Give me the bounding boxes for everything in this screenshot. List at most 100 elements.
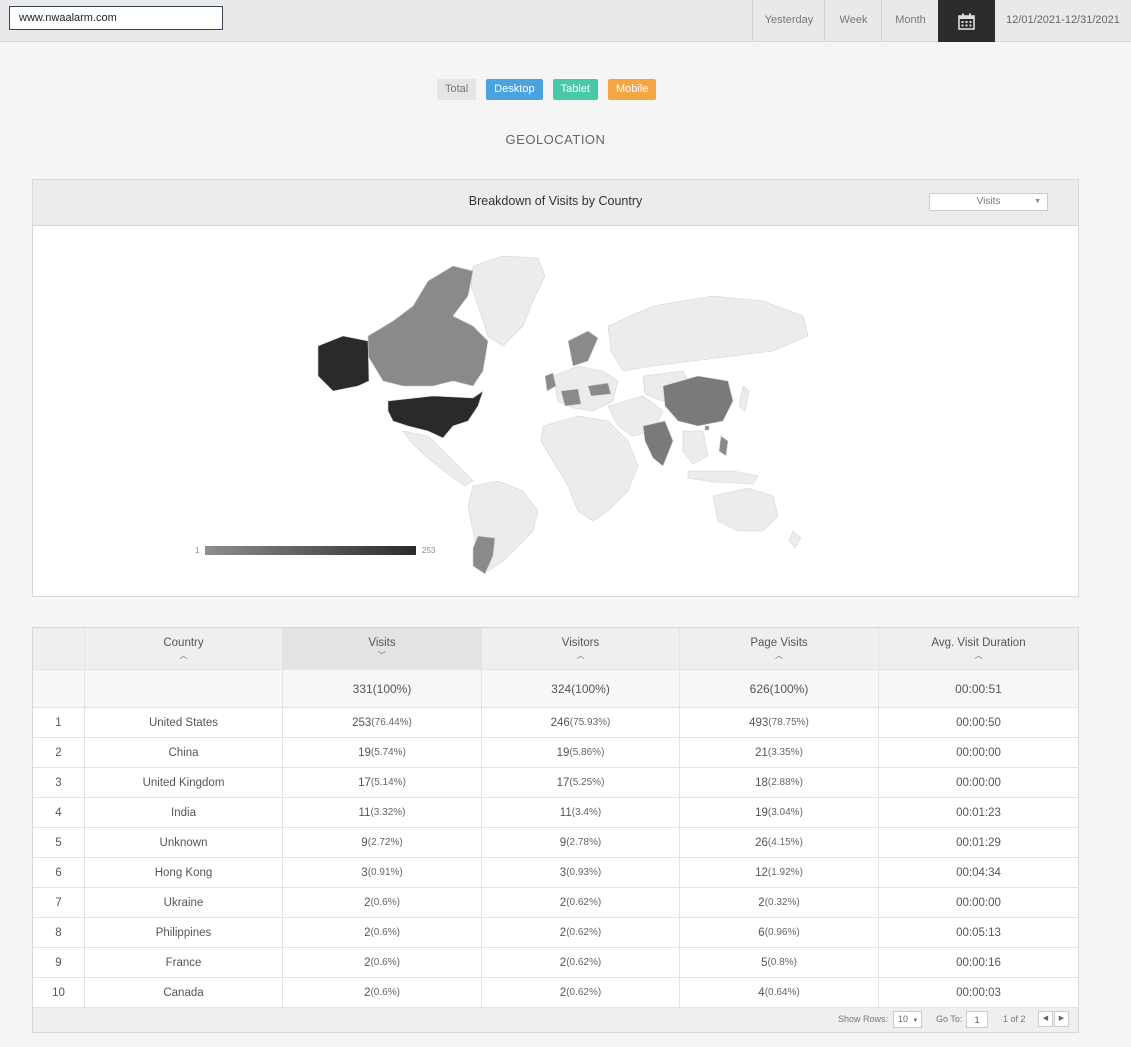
row-page-visits-pct: (3.04%) xyxy=(767,807,803,818)
row-country: United States xyxy=(85,708,283,737)
next-page-button[interactable]: ▶ xyxy=(1054,1011,1069,1027)
table-row[interactable]: 4 India 11 (3.32%) 11 (3.4%) 19 (3.04%) 00:01:23 xyxy=(33,798,1078,828)
chevron-down-icon: ▼ xyxy=(912,1018,919,1024)
month-button[interactable]: Month xyxy=(881,0,939,41)
row-visits: 19 (5.74%) xyxy=(283,738,482,767)
table-row[interactable]: 10 Canada 2 (0.6%) 2 (0.62%) 4 (0.64%) 00:00:03 xyxy=(33,978,1078,1008)
map-country-southeast-asia xyxy=(682,430,709,465)
filter-mobile[interactable]: Mobile xyxy=(607,79,657,100)
row-page-visits: 2 (0.32%) xyxy=(680,888,879,917)
header-index xyxy=(33,628,85,669)
week-button[interactable]: Week xyxy=(824,0,882,41)
filter-total[interactable]: Total xyxy=(437,79,477,100)
row-visitors-pct: (0.62%) xyxy=(566,897,602,908)
header-country[interactable]: Country ︿ xyxy=(85,628,283,669)
section-title: GEOLOCATION xyxy=(505,132,606,147)
row-visitors: 2 (0.62%) xyxy=(482,948,680,977)
row-visits-value: 11 xyxy=(358,806,371,819)
table-body: 1 United States 253 (76.44%) 246 (75.93%) 493(… xyxy=(33,708,1078,1008)
table-row[interactable]: 3 United Kingdom 17 (5.14%) 17 (5.25%) 18 (2.88… xyxy=(33,768,1078,798)
header-duration-label: Avg. Visit Duration xyxy=(931,637,1026,649)
legend-max-label: 253 xyxy=(422,546,436,555)
header-duration[interactable]: Avg. Visit Duration ︿ xyxy=(879,628,1078,669)
site-url-input[interactable] xyxy=(9,6,223,30)
row-visits-pct: (3.32%) xyxy=(370,807,406,818)
row-visitors-pct: (2.78%) xyxy=(566,837,602,848)
header-visits[interactable]: Visits ﹀ xyxy=(283,628,482,669)
date-range-label[interactable]: 12/01/2021-12/31/2021 xyxy=(995,0,1131,41)
table-row[interactable]: 9 France 2 (0.6%) 2 (0.62%) 5 (0.8%) 00:00:16 xyxy=(33,948,1078,978)
header-page-visits-label: Page Visits xyxy=(750,637,808,649)
row-duration: 00:05:13 xyxy=(956,926,1001,939)
table-header-row: Country ︿ Visits ﹀ Visitors ︿ Page Visit… xyxy=(33,628,1078,670)
table-row[interactable]: 8 Philippines 2 (0.6%) 2 (0.62%) 6 (0.96%) 00:05… xyxy=(33,918,1078,948)
device-filters: Total Desktop Tablet Mobile xyxy=(437,79,657,100)
goto-page-input[interactable] xyxy=(966,1011,988,1028)
table-row[interactable]: 6 Hong Kong 3 (0.91%) 3 (0.93%) 12 (1.92%) 00:04… xyxy=(33,858,1078,888)
filter-tablet[interactable]: Tablet xyxy=(552,79,598,100)
row-visitors: 2 (0.62%) xyxy=(482,888,680,917)
metric-select[interactable]: Visits ▼ xyxy=(929,193,1048,211)
row-index: 10 xyxy=(33,978,85,1007)
row-visits: 3 (0.91%) xyxy=(283,858,482,887)
map-country-hong-kong xyxy=(704,425,710,431)
metric-select-value: Visits xyxy=(976,196,1001,207)
row-country: Canada xyxy=(85,978,283,1007)
show-rows-select[interactable]: 10 ▼ xyxy=(893,1011,922,1028)
row-page-visits-pct: (1.92%) xyxy=(767,867,803,878)
row-page-visits-pct: (0.8%) xyxy=(767,957,797,968)
row-page-visits: 493 (78.75%) xyxy=(680,708,879,737)
show-rows-label: Show Rows: xyxy=(838,1014,889,1024)
total-index xyxy=(33,670,85,707)
row-visits-pct: (0.6%) xyxy=(370,957,400,968)
yesterday-button[interactable]: Yesterday xyxy=(752,0,825,41)
row-visits: 17 (5.14%) xyxy=(283,768,482,797)
row-duration: 00:00:00 xyxy=(956,776,1001,789)
row-visitors-pct: (5.25%) xyxy=(569,777,605,788)
row-duration: 00:01:23 xyxy=(956,806,1001,819)
row-visits: 2 (0.6%) xyxy=(283,948,482,977)
row-visitors-pct: (75.93%) xyxy=(569,717,611,728)
row-visitors-pct: (0.62%) xyxy=(566,957,602,968)
filter-desktop[interactable]: Desktop xyxy=(486,79,543,100)
calendar-icon xyxy=(958,13,975,30)
row-duration: 00:00:00 xyxy=(956,746,1001,759)
row-visitors-value: 11 xyxy=(559,806,572,819)
prev-page-button[interactable]: ◀ xyxy=(1038,1011,1053,1027)
row-page-visits-pct: (0.32%) xyxy=(764,897,800,908)
row-page-visits-pct: (3.35%) xyxy=(767,747,803,758)
calendar-button[interactable] xyxy=(938,0,995,42)
table-row[interactable]: 5 Unknown 9 (2.72%) 9 (2.78%) 26 (4.15%) 00:01:2… xyxy=(33,828,1078,858)
chevron-left-icon: ◀ xyxy=(1042,1015,1049,1022)
header-page-visits[interactable]: Page Visits ︿ xyxy=(680,628,879,669)
row-page-visits-value: 12 xyxy=(755,866,768,879)
row-visitors: 2 (0.62%) xyxy=(482,918,680,947)
chevron-up-icon: ︿ xyxy=(974,651,983,660)
row-visits-value: 253 xyxy=(352,716,372,729)
map-header: Breakdown of Visits by Country Visits ▼ xyxy=(33,180,1078,226)
header-country-label: Country xyxy=(163,637,204,649)
row-duration: 00:04:34 xyxy=(956,866,1001,879)
row-page-visits-pct: (0.96%) xyxy=(764,927,800,938)
table-row[interactable]: 7 Ukraine 2 (0.6%) 2 (0.62%) 2 (0.32%) 00:00:00 xyxy=(33,888,1078,918)
row-visits-pct: (0.6%) xyxy=(370,927,400,938)
row-visitors-value: 19 xyxy=(556,746,570,759)
row-visitors: 19 (5.86%) xyxy=(482,738,680,767)
goto-label: Go To: xyxy=(936,1014,963,1024)
total-visits: 331(100%) xyxy=(283,670,482,707)
row-duration: 00:01:29 xyxy=(956,836,1001,849)
world-map[interactable] xyxy=(33,226,1078,596)
total-page-visits: 626(100%) xyxy=(680,670,879,707)
header-visitors[interactable]: Visitors ︿ xyxy=(482,628,680,669)
row-visits-pct: (0.91%) xyxy=(367,867,403,878)
legend-gradient xyxy=(205,546,416,555)
row-country: Ukraine xyxy=(85,888,283,917)
total-visitors: 324(100%) xyxy=(482,670,680,707)
table-row[interactable]: 1 United States 253 (76.44%) 246 (75.93%) 493(… xyxy=(33,708,1078,738)
map-country-canada xyxy=(367,265,489,387)
map-country-scandinavia xyxy=(567,330,599,367)
row-visits-pct: (5.74%) xyxy=(370,747,406,758)
table-row[interactable]: 2 China 19 (5.74%) 19 (5.86%) 21 (3.35%) 00:00:0… xyxy=(33,738,1078,768)
row-visits: 11 (3.32%) xyxy=(283,798,482,827)
map-country-united-states xyxy=(387,390,484,439)
